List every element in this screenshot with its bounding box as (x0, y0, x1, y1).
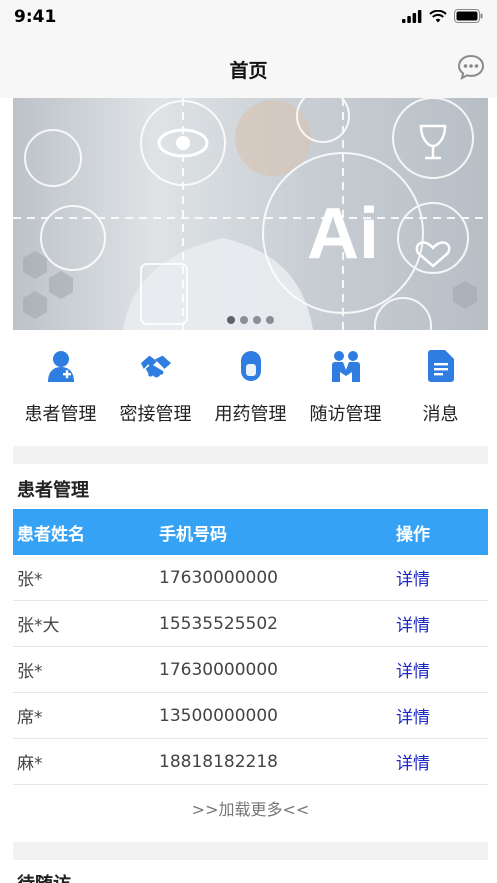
pill-icon (240, 351, 261, 381)
banner-carousel[interactable]: Ai (13, 98, 488, 330)
quick-menu-label: 消息 (422, 404, 459, 425)
patient-name: 张*大 (17, 616, 60, 636)
page-title: 首页 (229, 60, 268, 82)
section-title-patients: 患者管理 (17, 480, 89, 501)
status-bar: 9:41 (0, 0, 497, 36)
table-row: 张* 17630000000 详情 (13, 647, 488, 693)
quick-menu-patient-management[interactable]: 患者管理 (13, 348, 108, 438)
patient-phone: 17630000000 (159, 659, 278, 680)
detail-link[interactable]: 详情 (396, 611, 488, 636)
status-time: 9:41 (14, 7, 57, 27)
column-header-name: 患者姓名 (17, 524, 85, 545)
signal-icon (402, 9, 422, 23)
chat-bubble-icon[interactable] (457, 54, 485, 80)
quick-menu-label: 患者管理 (24, 404, 97, 425)
patient-icon (47, 351, 74, 382)
section-divider (13, 842, 488, 860)
quick-menu-medication-management[interactable]: 用药管理 (203, 348, 298, 438)
column-header-action: 操作 (396, 524, 430, 545)
patient-phone: 15535525502 (159, 613, 278, 634)
patient-name: 张* (17, 662, 43, 682)
patient-name: 张* (17, 570, 43, 590)
table-row: 张* 17630000000 详情 (13, 555, 488, 601)
patient-phone: 17630000000 (159, 567, 278, 588)
battery-icon (454, 9, 483, 23)
banner-image: Ai (13, 98, 488, 330)
load-more-button[interactable]: >>加载更多<< (13, 796, 488, 820)
section-divider (13, 446, 488, 464)
table-row: 麻* 18818182218 详情 (13, 739, 488, 785)
quick-menu-label: 密接管理 (119, 404, 192, 425)
table-header: 患者姓名 手机号码 操作 (13, 509, 488, 555)
quick-menu: 患者管理 密接管理 用药管理 随访管理 消息 (13, 348, 488, 438)
wifi-icon (429, 9, 447, 22)
table-row: 张*大 15535525502 详情 (13, 601, 488, 647)
carousel-dot[interactable] (240, 316, 248, 324)
table-row: 席* 13500000000 详情 (13, 693, 488, 739)
patient-table: 患者姓名 手机号码 操作 张* 17630000000 详情 张*大 15535… (13, 509, 488, 785)
detail-link[interactable]: 详情 (396, 657, 488, 682)
detail-link[interactable]: 详情 (396, 749, 488, 774)
quick-menu-follow-up-management[interactable]: 随访管理 (298, 348, 393, 438)
patient-name: 席* (17, 708, 43, 728)
quick-menu-label: 随访管理 (309, 404, 382, 425)
status-icons (402, 9, 483, 23)
carousel-dot[interactable] (253, 316, 261, 324)
carousel-dots (13, 316, 488, 324)
column-header-phone: 手机号码 (159, 524, 227, 545)
section-title-pending-follow-up: 待随访 (17, 870, 71, 883)
quick-menu-label: 用药管理 (214, 404, 287, 425)
quick-menu-close-contact-management[interactable]: 密接管理 (108, 348, 203, 438)
detail-link[interactable]: 详情 (396, 565, 488, 590)
banner-ai-text: Ai (307, 194, 379, 274)
patient-phone: 13500000000 (159, 705, 278, 726)
nav-bar: 首页 (0, 36, 497, 98)
document-icon (427, 350, 454, 382)
quick-menu-messages[interactable]: 消息 (393, 348, 488, 438)
handshake-icon (140, 355, 171, 378)
carousel-dot[interactable] (227, 316, 235, 324)
carousel-dot[interactable] (266, 316, 274, 324)
patient-phone: 18818182218 (159, 751, 278, 772)
patient-name: 麻* (17, 754, 43, 774)
people-icon (331, 351, 360, 382)
detail-link[interactable]: 详情 (396, 703, 488, 728)
